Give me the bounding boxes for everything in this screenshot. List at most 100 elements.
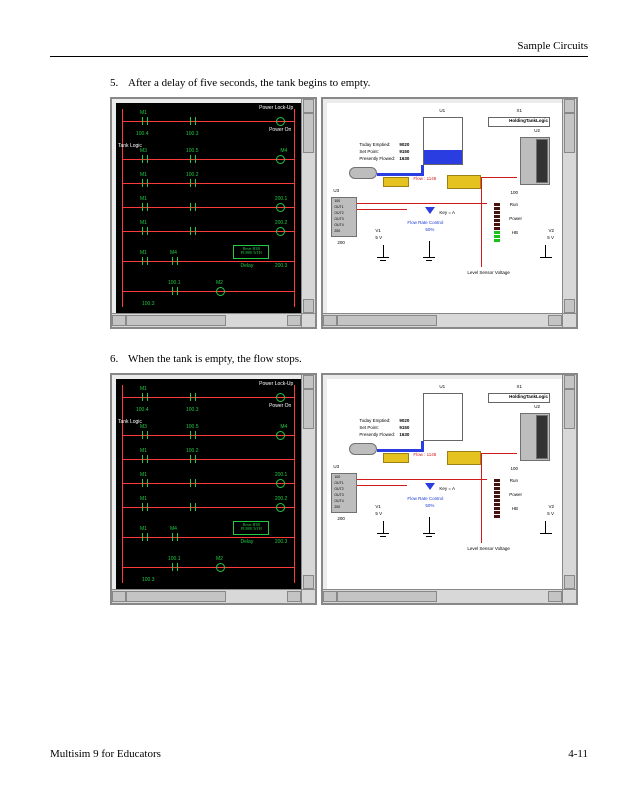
r2-1002: 100.2 [186, 448, 199, 454]
lbl-V1v: 5 V [375, 236, 382, 241]
gnd-stem-c [429, 241, 430, 257]
lbl-1005: 100.5 [186, 148, 199, 154]
lbl-flow-control: Flow Rate Control [407, 221, 443, 226]
s2-V1v: 5 V [375, 512, 382, 517]
pump-icon [349, 167, 377, 179]
s2-pv3: 1630 [399, 433, 409, 438]
plc-p5: 200 [334, 230, 340, 234]
s2-flowrate: Flow : 1148 [413, 453, 436, 458]
led-bargraph [494, 203, 500, 242]
s2-plc4: OUT4 [334, 500, 343, 504]
vertical-scrollbar-3[interactable] [301, 375, 315, 589]
gnd-stem-2 [545, 245, 546, 257]
lbl-V2: V2 [548, 229, 554, 234]
chip-U2-inner [536, 139, 548, 183]
lbl-200: 200 [337, 241, 345, 246]
lbl-key-a: Key = A [439, 211, 455, 216]
gnd-ca [423, 257, 435, 258]
horizontal-scrollbar-3[interactable] [112, 589, 301, 603]
r2-1004: 100.4 [136, 407, 149, 413]
schematic-panel-2: U1 X1 HoldingTankLogic U2 Today Emptied:… [321, 373, 578, 605]
lbl-1003-b: 100.3 [142, 301, 155, 307]
lbl-2002: 200.2 [275, 220, 288, 226]
footer-right: 4-11 [568, 748, 588, 760]
pipe-1b [377, 449, 423, 452]
valve-box-1b [383, 453, 409, 463]
lbl-1002: 100.2 [186, 172, 199, 178]
r2-M1b: M1 [140, 448, 147, 454]
param-l3: Presently Flowed: [359, 157, 395, 162]
label-tank-logic-2: Tank Logic [118, 419, 142, 425]
step-6-number: 6. [110, 353, 128, 365]
horizontal-scrollbar-4[interactable] [323, 589, 562, 603]
lbl-U2: U2 [534, 129, 540, 134]
lbl-M1-a: M1 [140, 110, 147, 116]
step-5-number: 5. [110, 77, 128, 89]
lbl-M2: M2 [216, 280, 223, 286]
s2-plc5: 200 [334, 506, 340, 510]
lbl-delay: Delay [241, 263, 254, 269]
s2-V2: V2 [548, 505, 554, 510]
pump-icon-2 [349, 443, 377, 455]
s2-ledrun: Run [510, 479, 518, 484]
param-l1: Today Emptied: [359, 143, 390, 148]
schematic-canvas: U1 X1 HoldingTankLogic U2 Today Emptied:… [327, 103, 562, 313]
param-v1: 9020 [399, 143, 409, 148]
schematic-canvas-2: U1 X1 HoldingTankLogic U2 Today Emptied:… [327, 379, 562, 589]
plc-p1: OUT1 [334, 206, 343, 210]
ladder-canvas: Power Lock-Up Tank Logic M1 Power On 100… [116, 103, 301, 313]
horizontal-scroll-thumb[interactable] [126, 315, 226, 326]
label-power-lockup: Power Lock-Up [259, 105, 293, 111]
vertical-scrollbar[interactable] [301, 99, 315, 313]
r2-M1d: M1 [140, 496, 147, 502]
schematic-panel-1: U1 X1 HoldingTankLogic U2 Today Emptied:… [321, 97, 578, 329]
tank-icon-2 [423, 393, 463, 441]
lbl-U3: U3 [333, 189, 339, 194]
vertical-scroll-thumb-2[interactable] [564, 113, 575, 153]
scroll-corner [301, 313, 315, 327]
s2-potlbl: Flow Rate Control [407, 497, 443, 502]
vertical-scroll-thumb[interactable] [303, 113, 314, 153]
hthumb-3[interactable] [126, 591, 226, 602]
potentiometer-icon [425, 207, 435, 214]
lbl-holding-tank-logic: HoldingTankLogic [509, 119, 548, 124]
vertical-scrollbar-4[interactable] [562, 375, 576, 589]
param-v3: 1630 [399, 157, 409, 162]
gnd-cbb [426, 536, 432, 537]
r2-M1e: M1 [140, 526, 147, 532]
figure-pair-1: Power Lock-Up Tank Logic M1 Power On 100… [110, 97, 578, 329]
r2-1003b: 100.3 [142, 577, 155, 583]
s2-U1: U1 [439, 385, 445, 390]
page-footer: Multisim 9 for Educators 4-11 [50, 748, 588, 760]
s2-pl1: Today Emptied: [359, 419, 390, 424]
r2-M1a: M1 [140, 386, 147, 392]
valve-box-2 [447, 175, 481, 189]
vthumb-3[interactable] [303, 389, 314, 429]
r2-2002: 200.2 [275, 496, 288, 502]
gnd-1ab [377, 533, 389, 534]
s2-ledpwr: Power [509, 493, 522, 498]
plc-p4: OUT4 [334, 224, 343, 228]
param-v2: 9150 [399, 150, 409, 155]
hthumb-4[interactable] [337, 591, 437, 602]
pipe-1 [377, 173, 423, 176]
s2-plc3: OUT3 [334, 494, 343, 498]
vertical-scrollbar-2[interactable] [562, 99, 576, 313]
wire-r4 [481, 177, 517, 178]
r2-M4b: M4 [170, 526, 177, 532]
horizontal-scrollbar[interactable] [112, 313, 301, 327]
header-rule [50, 56, 588, 57]
wire-r1 [357, 203, 487, 204]
r2-M3: M3 [140, 424, 147, 430]
horizontal-scroll-thumb-2[interactable] [337, 315, 437, 326]
horizontal-scrollbar-2[interactable] [323, 313, 562, 327]
timer-line-2: PU888 TrTH [235, 251, 267, 255]
ladder-diagram-panel-1: Power Lock-Up Tank Logic M1 Power On 100… [110, 97, 317, 329]
s2-X1: X1 [516, 385, 522, 390]
s2-pl2: Set Point: [359, 426, 379, 431]
vthumb-4[interactable] [564, 389, 575, 429]
lbl-flow-pct: 50% [425, 228, 434, 233]
lbl-M1-c: M1 [140, 196, 147, 202]
s2-pv1: 9020 [399, 419, 409, 424]
lbl-M4-b: M4 [170, 250, 177, 256]
